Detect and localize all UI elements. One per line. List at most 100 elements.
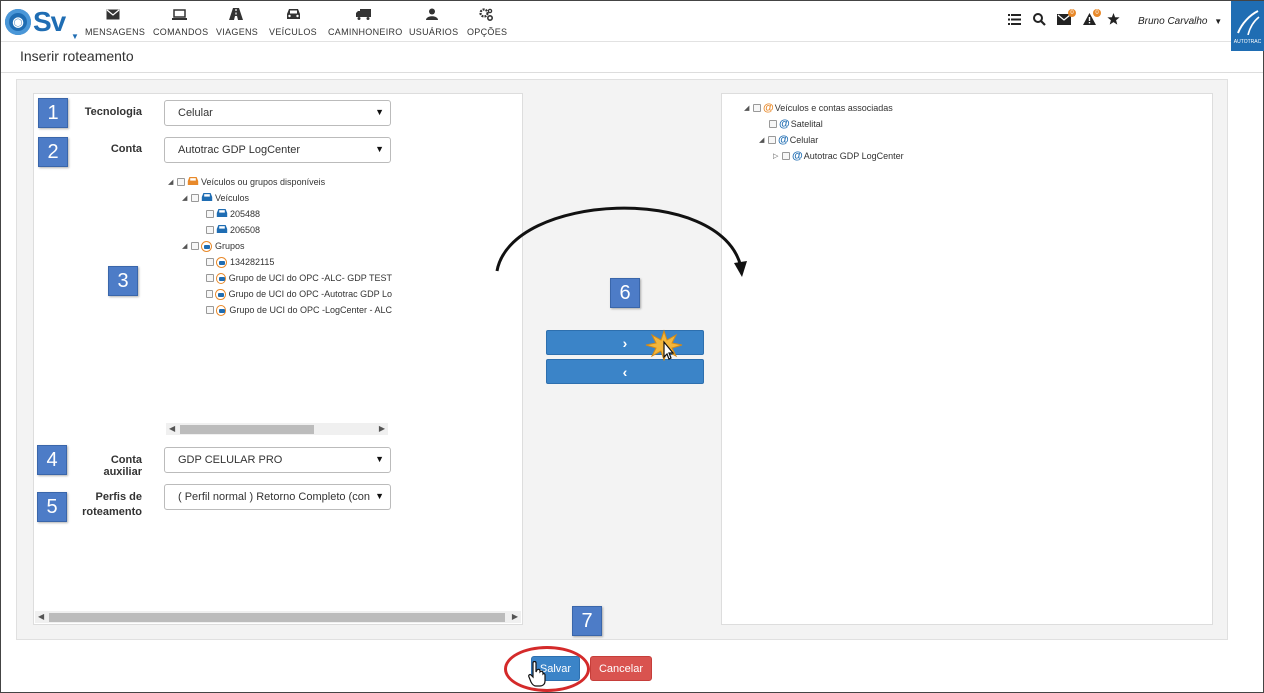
tree-checkbox[interactable] bbox=[191, 194, 199, 202]
user-name: Bruno Carvalho bbox=[1138, 16, 1208, 27]
messages-icon[interactable]: 0 bbox=[1057, 9, 1076, 31]
tree-checkbox[interactable] bbox=[206, 290, 214, 298]
tree-checkbox[interactable] bbox=[769, 120, 777, 128]
scrollbar-thumb[interactable] bbox=[180, 425, 314, 434]
tree-label: Veículos ou grupos disponíveis bbox=[201, 177, 326, 187]
nav-label: OPÇÕES bbox=[467, 27, 508, 37]
step-badge-5: 5 bbox=[37, 492, 67, 522]
alerts-icon[interactable]: 0 bbox=[1083, 9, 1101, 31]
perfis-select[interactable]: ( Perfil normal ) Retorno Completo (con … bbox=[164, 484, 391, 510]
tree-checkbox[interactable] bbox=[782, 152, 790, 160]
remove-from-associated-button[interactable]: ‹ bbox=[546, 359, 704, 384]
scroll-left-arrow-icon[interactable]: ◀ bbox=[38, 611, 44, 623]
scroll-right-arrow-icon[interactable]: ▶ bbox=[379, 423, 385, 435]
autotrac-logo-icon bbox=[1236, 10, 1260, 35]
tree-checkbox[interactable] bbox=[177, 178, 185, 186]
at-icon: @ bbox=[778, 134, 789, 146]
expand-triangle-icon[interactable]: ▷ bbox=[773, 152, 782, 160]
step-badge-7: 7 bbox=[572, 606, 602, 636]
collapse-triangle-icon[interactable]: ◢ bbox=[168, 178, 177, 186]
tree-node-grupos[interactable]: ◢ Grupos bbox=[182, 239, 245, 253]
perfis-label-line2: roteamento bbox=[82, 506, 142, 518]
tree-node-veiculos[interactable]: ◢ Veículos bbox=[182, 191, 249, 205]
collapse-triangle-icon[interactable]: ◢ bbox=[182, 194, 191, 202]
star-icon[interactable] bbox=[1107, 13, 1120, 31]
cancel-button[interactable]: Cancelar bbox=[590, 656, 652, 681]
truck-icon bbox=[328, 8, 398, 24]
scroll-left-arrow-icon[interactable]: ◀ bbox=[169, 423, 175, 435]
scrollbar-thumb[interactable] bbox=[49, 613, 505, 622]
nav-viagens[interactable]: VIAGENS bbox=[216, 8, 258, 37]
app-logo[interactable]: ◉ Sv ▼ bbox=[5, 4, 79, 41]
car-icon bbox=[201, 192, 213, 205]
conta-select[interactable]: Autotrac GDP LogCenter ▼ bbox=[164, 137, 391, 163]
tree-vehicle-item[interactable]: 206508 bbox=[206, 223, 260, 237]
tree-checkbox[interactable] bbox=[191, 242, 199, 250]
step-badge-1: 1 bbox=[38, 98, 68, 128]
collapse-triangle-icon[interactable]: ◢ bbox=[759, 136, 768, 144]
nav-usuarios[interactable]: USUÁRIOS bbox=[409, 8, 458, 37]
tecnologia-select[interactable]: Celular ▼ bbox=[164, 100, 391, 126]
brand-badge: AUTOTRAC bbox=[1231, 1, 1264, 51]
scroll-right-arrow-icon[interactable]: ▶ bbox=[512, 611, 518, 623]
caret-down-icon: ▼ bbox=[375, 144, 384, 154]
nav-comandos[interactable]: COMANDOS bbox=[153, 8, 208, 37]
tree-label: Grupos bbox=[215, 241, 245, 251]
step-badge-4: 4 bbox=[37, 445, 67, 475]
tree-node-account[interactable]: ▷ @ Autotrac GDP LogCenter bbox=[773, 149, 904, 163]
step-badge-3: 3 bbox=[108, 266, 138, 296]
collapse-triangle-icon[interactable]: ◢ bbox=[744, 104, 753, 112]
at-icon: @ bbox=[779, 118, 790, 130]
group-icon bbox=[201, 240, 212, 252]
search-icon[interactable] bbox=[1033, 13, 1046, 31]
tree-checkbox[interactable] bbox=[768, 136, 776, 144]
nav-veiculos[interactable]: VEÍCULOS bbox=[269, 8, 317, 37]
tree-checkbox[interactable] bbox=[206, 210, 214, 218]
user-icon bbox=[409, 8, 455, 24]
tree-group-item[interactable]: Grupo de UCI do OPC -LogCenter - ALC bbox=[206, 303, 392, 317]
nav-opcoes[interactable]: OPÇÕES bbox=[467, 8, 508, 37]
conta-auxiliar-value: GDP CELULAR PRO bbox=[178, 454, 283, 466]
tree-checkbox[interactable] bbox=[206, 274, 214, 282]
title-divider bbox=[1, 72, 1263, 73]
page-title: Inserir roteamento bbox=[20, 48, 134, 64]
logo-emblem-icon: ◉ bbox=[5, 9, 31, 35]
tree-label: 206508 bbox=[230, 225, 261, 235]
left-panel bbox=[33, 93, 523, 625]
tree-label: Grupo de UCI do OPC -Autotrac GDP Lo bbox=[228, 289, 392, 299]
tree-checkbox[interactable] bbox=[206, 226, 214, 234]
tree-node-celular[interactable]: ◢ @ Celular bbox=[759, 133, 818, 147]
tree-checkbox[interactable] bbox=[206, 306, 214, 314]
brand-text: AUTOTRAC bbox=[1233, 39, 1262, 45]
perfis-label-line1: Perfis de bbox=[95, 491, 142, 503]
tree-group-item[interactable]: Grupo de UCI do OPC -ALC- GDP TEST bbox=[206, 271, 392, 285]
caret-down-icon: ▼ bbox=[375, 107, 384, 117]
tree-horizontal-scrollbar[interactable]: ◀ ▶ bbox=[166, 423, 388, 435]
caret-down-icon: ▼ bbox=[1214, 17, 1223, 26]
caret-down-icon: ▼ bbox=[375, 491, 384, 501]
tree-root-associated[interactable]: ◢ @ Veículos e contas associadas bbox=[744, 101, 893, 115]
conta-auxiliar-select[interactable]: GDP CELULAR PRO ▼ bbox=[164, 447, 391, 473]
tree-label: 134282115 bbox=[230, 257, 275, 267]
tecnologia-value: Celular bbox=[178, 107, 213, 119]
tree-group-item[interactable]: Grupo de UCI do OPC -Autotrac GDP Lo bbox=[206, 287, 392, 301]
tree-root-available[interactable]: ◢ Veículos ou grupos disponíveis bbox=[168, 175, 325, 189]
nav-caminhoneiro[interactable]: CAMINHONEIRO bbox=[328, 8, 402, 37]
tree-checkbox[interactable] bbox=[753, 104, 761, 112]
nav-mensagens[interactable]: MENSAGENS bbox=[85, 8, 145, 37]
conta-label: Conta bbox=[110, 143, 142, 155]
group-icon bbox=[215, 304, 227, 316]
tree-group-item[interactable]: 134282115 bbox=[206, 255, 274, 269]
flow-arrow-icon bbox=[495, 206, 747, 277]
tree-vehicle-item[interactable]: 205488 bbox=[206, 207, 260, 221]
cogs-icon bbox=[467, 8, 505, 24]
list-icon[interactable] bbox=[1008, 13, 1021, 31]
user-menu[interactable]: Bruno Carvalho ▼ bbox=[1138, 16, 1222, 27]
tree-label: Autotrac GDP LogCenter bbox=[803, 151, 904, 161]
panel-horizontal-scrollbar[interactable]: ◀ ▶ bbox=[35, 611, 521, 623]
tree-node-satelital[interactable]: @ Satelital bbox=[769, 117, 823, 131]
click-burst-icon bbox=[645, 329, 683, 361]
tree-checkbox[interactable] bbox=[206, 258, 214, 266]
collapse-triangle-icon[interactable]: ◢ bbox=[182, 242, 191, 250]
car-icon bbox=[216, 208, 228, 221]
